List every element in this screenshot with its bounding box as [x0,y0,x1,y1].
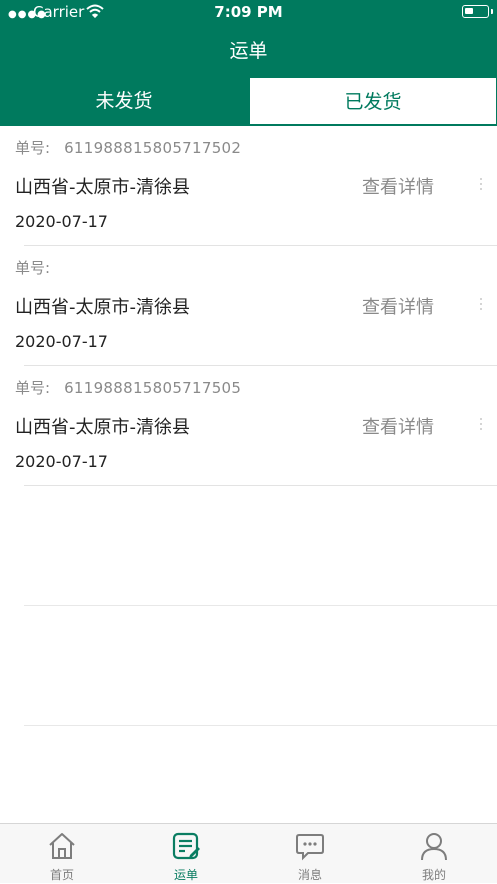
shipment-status-tabs: 未发货 已发货 [0,77,497,126]
order-number-line: 单号: [15,257,64,278]
row-divider [24,725,497,726]
tabbar-item-waybill[interactable]: 运单 [124,824,248,884]
more-vertical-icon [479,178,483,192]
order-number-value: 611988815805717502 [64,139,242,157]
order-number-label: 单号: [15,139,51,157]
waybill-icon [172,832,200,860]
tabbar-label: 我的 [421,868,446,882]
profile-icon [421,833,447,861]
tabbar-item-messages[interactable]: 消息 [248,824,372,884]
clock-time: 7:09 PM [214,3,283,21]
tabbar-item-profile[interactable]: 我的 [372,824,496,884]
route-address: 山西省-太原市-清徐县 [15,417,190,438]
order-date: 2020-07-17 [15,332,108,351]
tabbar-item-home[interactable]: 首页 [0,824,124,884]
empty-list-row [0,486,497,606]
order-date: 2020-07-17 [15,452,108,471]
order-number-line: 单号: 611988815805717505 [15,377,241,398]
waybill-list: 单号: 611988815805717502 山西省-太原市-清徐县 查看详情 2… [0,126,497,726]
list-item[interactable]: 单号: 611988815805717505 山西省-太原市-清徐县 查看详情 2… [0,366,497,486]
view-details-button[interactable]: 查看详情 [362,413,434,439]
more-vertical-icon [479,418,483,432]
status-bar: ●●●● Carrier 7:09 PM [0,0,497,24]
battery-icon [462,5,493,18]
app-header: ●●●● Carrier 7:09 PM 运单 [0,0,497,77]
empty-list-row [0,606,497,726]
view-details-button[interactable]: 查看详情 [362,173,434,199]
order-number-label: 单号: [15,379,51,397]
tabbar-label: 运单 [173,868,198,882]
list-item[interactable]: 单号: 山西省-太原市-清徐县 查看详情 2020-07-17 [0,246,497,366]
route-address: 山西省-太原市-清徐县 [15,177,190,198]
tabbar-label: 消息 [297,868,322,882]
message-icon [296,834,324,861]
page-title: 运单 [229,40,268,62]
bottom-tab-bar: 首页 运单 消息 我的 [0,823,497,883]
route-address: 山西省-太原市-清徐县 [15,297,190,318]
more-vertical-icon [479,298,483,312]
list-item[interactable]: 单号: 611988815805717502 山西省-太原市-清徐县 查看详情 2… [0,126,497,246]
tab-not-shipped[interactable]: 未发货 [0,77,248,125]
home-icon [49,833,75,859]
view-details-button[interactable]: 查看详情 [362,293,434,319]
tabbar-label: 首页 [49,868,74,882]
order-number-value: 611988815805717505 [64,379,242,397]
order-date: 2020-07-17 [15,212,108,231]
tab-shipped[interactable]: 已发货 [249,77,497,125]
order-number-line: 单号: 611988815805717502 [15,137,241,158]
order-number-label: 单号: [15,259,51,277]
